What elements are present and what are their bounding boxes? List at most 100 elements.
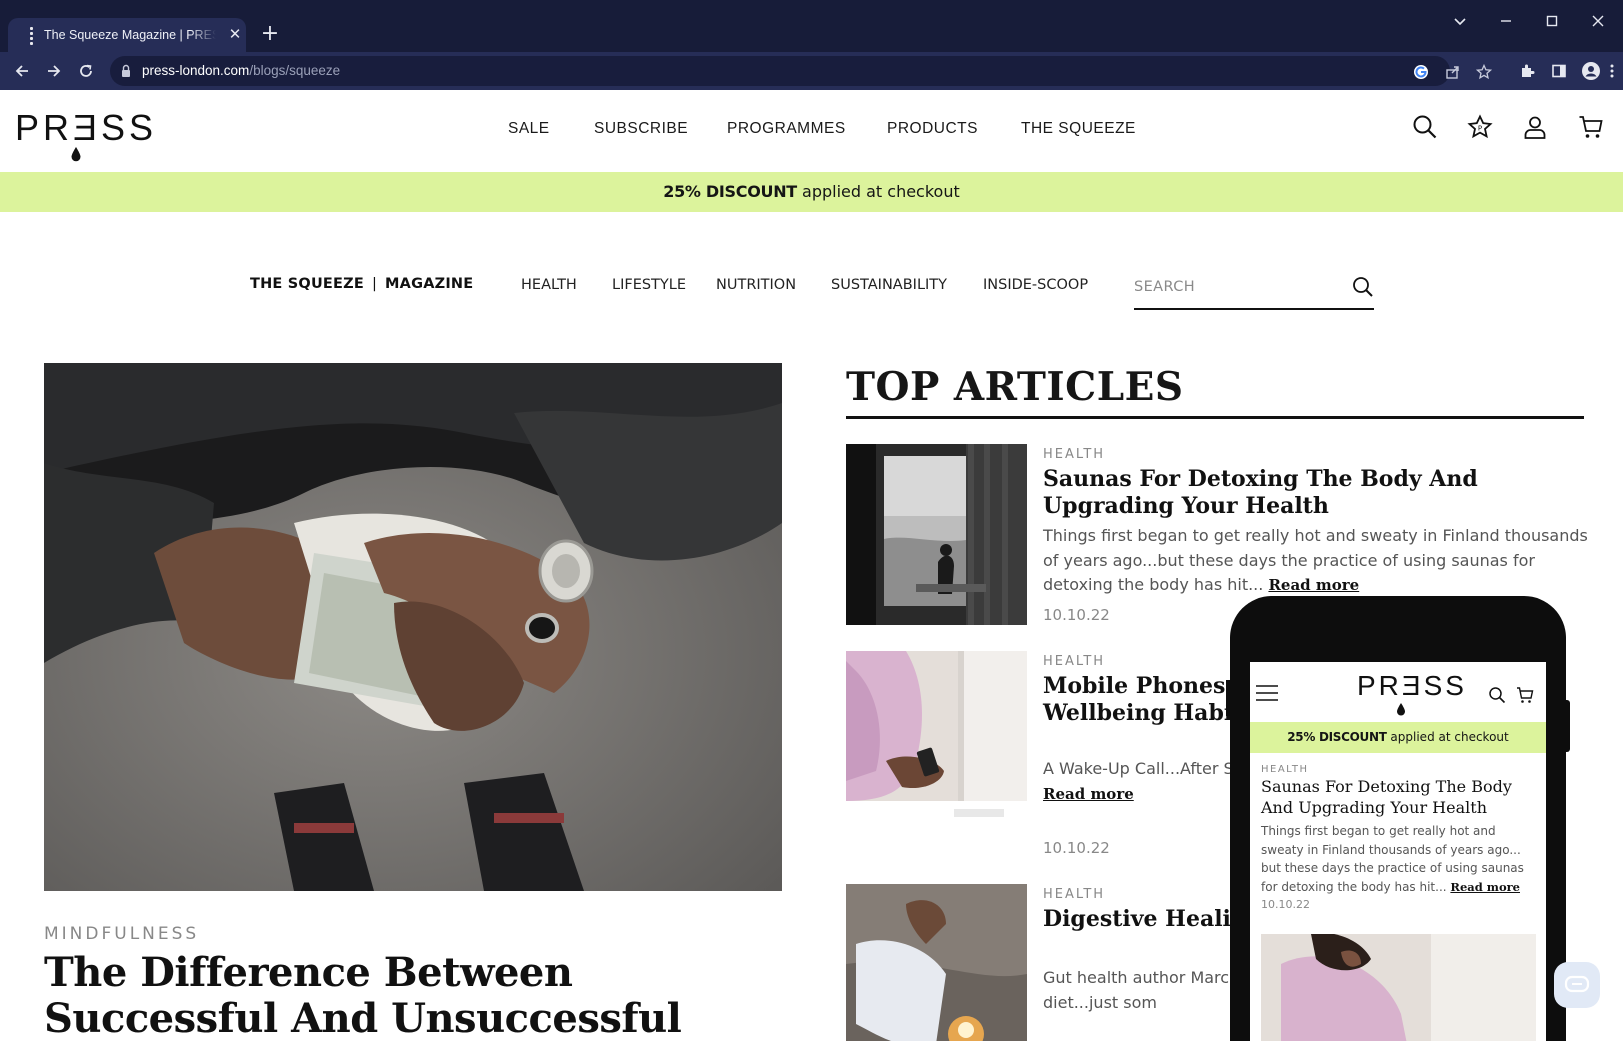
top-articles-heading: TOP ARTICLES bbox=[846, 364, 1184, 410]
article-excerpt: Things first began to get really hot and… bbox=[1043, 524, 1588, 598]
search-icon[interactable] bbox=[1352, 276, 1374, 298]
mobile-discount-banner: 25% DISCOUNT applied at checkout bbox=[1250, 722, 1546, 753]
tab-strip: The Squeeze Magazine | PRESS London ✕ + bbox=[0, 0, 1623, 54]
browser-chrome: The Squeeze Magazine | PRESS London ✕ + … bbox=[0, 0, 1623, 90]
address-bar[interactable]: press-london.com/blogs/squeeze bbox=[110, 56, 1492, 86]
hamburger-menu-icon[interactable] bbox=[1256, 684, 1278, 702]
article-category[interactable]: HEALTH bbox=[1043, 887, 1105, 902]
magazine-title-left: THE SQUEEZE bbox=[250, 276, 364, 292]
category-sustainability[interactable]: SUSTAINABILITY bbox=[831, 277, 947, 293]
lock-icon bbox=[122, 64, 130, 77]
minimize-button[interactable] bbox=[1489, 10, 1523, 32]
mobile-article-title[interactable]: Saunas For Detoxing The Body And Upgradi… bbox=[1261, 776, 1537, 818]
tab-search-button[interactable] bbox=[1443, 10, 1477, 32]
discount-text: applied at checkout bbox=[796, 182, 960, 201]
hero-article-category[interactable]: MINDFULNESS bbox=[44, 924, 199, 944]
extensions-icon[interactable] bbox=[1516, 59, 1538, 83]
press-logo[interactable]: PRƎSS bbox=[15, 108, 153, 162]
maximize-button[interactable] bbox=[1535, 10, 1569, 32]
share-icon[interactable] bbox=[1444, 63, 1462, 81]
mobile-read-more-link[interactable]: Read more bbox=[1450, 880, 1520, 894]
chat-icon bbox=[1564, 975, 1590, 993]
phone-side-button bbox=[1564, 700, 1570, 752]
category-nutrition[interactable]: NUTRITION bbox=[716, 277, 796, 293]
mobile-header: PRƎSS bbox=[1250, 662, 1546, 722]
search-icon[interactable] bbox=[1488, 686, 1506, 704]
back-button[interactable] bbox=[9, 58, 35, 84]
article-category[interactable]: HEALTH bbox=[1043, 654, 1105, 669]
profile-icon[interactable] bbox=[1580, 59, 1602, 83]
phone-volume-button bbox=[1226, 680, 1231, 716]
mobile-discount-text: applied at checkout bbox=[1386, 730, 1509, 744]
droplet-icon bbox=[1397, 703, 1405, 716]
google-icon[interactable] bbox=[1412, 63, 1430, 81]
account-icon[interactable] bbox=[1520, 112, 1550, 142]
droplet-icon bbox=[71, 147, 81, 162]
svg-text:P: P bbox=[1478, 125, 1482, 133]
discount-amount: 25% DISCOUNT bbox=[663, 182, 797, 201]
rewards-icon[interactable]: P bbox=[1465, 112, 1495, 142]
category-health[interactable]: HEALTH bbox=[521, 277, 577, 293]
read-more-link[interactable]: Read more bbox=[1268, 576, 1359, 594]
article-category[interactable]: HEALTH bbox=[1043, 447, 1105, 462]
magazine-title-right: MAGAZINE bbox=[385, 276, 474, 292]
chevron-down-icon bbox=[1454, 18, 1466, 26]
tab-title: The Squeeze Magazine | PRESS London bbox=[44, 28, 216, 42]
cart-icon[interactable] bbox=[1516, 686, 1534, 704]
favicon-icon bbox=[22, 27, 40, 45]
mobile-article-thumbnail[interactable] bbox=[1261, 934, 1536, 1041]
url-path: /blogs/squeeze bbox=[249, 63, 341, 78]
nav-products[interactable]: PRODUCTS bbox=[887, 120, 978, 138]
article-date: 10.10.22 bbox=[1043, 606, 1110, 624]
new-tab-button[interactable]: + bbox=[258, 22, 282, 46]
maximize-icon bbox=[1546, 15, 1558, 27]
star-icon[interactable] bbox=[1475, 63, 1493, 81]
browser-toolbar: press-london.com/blogs/squeeze bbox=[0, 52, 1623, 90]
article-thumbnail[interactable] bbox=[846, 884, 1027, 1041]
reload-icon bbox=[80, 64, 92, 77]
forward-button[interactable] bbox=[41, 58, 67, 84]
reload-button[interactable] bbox=[73, 58, 99, 84]
search-icon[interactable] bbox=[1410, 112, 1440, 142]
discount-banner: 25% DISCOUNT applied at checkout bbox=[0, 172, 1623, 212]
article-thumbnail[interactable] bbox=[846, 651, 1027, 832]
browser-tab-active[interactable]: The Squeeze Magazine | PRESS London ✕ bbox=[8, 18, 246, 54]
search-input[interactable] bbox=[1134, 272, 1334, 302]
article-title[interactable]: Saunas For Detoxing The Body And Upgradi… bbox=[1043, 466, 1583, 520]
logo-wordmark: PRƎSS bbox=[15, 107, 158, 148]
forward-icon bbox=[48, 65, 61, 77]
mobile-article-date: 10.10.22 bbox=[1261, 898, 1310, 911]
mobile-article-excerpt: Things first began to get really hot and… bbox=[1261, 822, 1537, 896]
magazine-title[interactable]: THE SQUEEZE | MAGAZINE bbox=[250, 276, 473, 292]
article-thumbnail[interactable] bbox=[846, 444, 1027, 625]
article-date: 10.10.22 bbox=[1043, 839, 1110, 857]
hero-article-title[interactable]: The Difference Between Successful And Un… bbox=[44, 950, 764, 1041]
chat-widget-button[interactable] bbox=[1554, 962, 1600, 1008]
tab-close-icon[interactable]: ✕ bbox=[226, 25, 244, 43]
cart-icon[interactable] bbox=[1576, 112, 1606, 142]
menu-icon[interactable] bbox=[1606, 59, 1618, 83]
hero-article-image[interactable] bbox=[44, 363, 782, 891]
read-more-link[interactable]: Read more bbox=[1043, 785, 1134, 803]
mobile-article-category[interactable]: HEALTH bbox=[1261, 764, 1309, 775]
category-lifestyle[interactable]: LIFESTYLE bbox=[612, 277, 686, 293]
url-host: press-london.com bbox=[142, 63, 250, 78]
site-header: PRƎSS SALE SUBSCRIBE PROGRAMMES PRODUCTS… bbox=[0, 90, 1623, 172]
back-icon bbox=[15, 65, 28, 77]
nav-programmes[interactable]: PROGRAMMES bbox=[727, 120, 846, 138]
mobile-logo[interactable]: PRƎSS bbox=[1357, 670, 1467, 702]
nav-the-squeeze[interactable]: THE SQUEEZE bbox=[1021, 120, 1136, 138]
mobile-discount-amount: 25% DISCOUNT bbox=[1287, 730, 1387, 744]
magazine-title-separator: | bbox=[371, 276, 378, 292]
url-text: press-london.com/blogs/squeeze bbox=[142, 63, 340, 78]
nav-subscribe[interactable]: SUBSCRIBE bbox=[594, 120, 688, 138]
close-window-button[interactable] bbox=[1581, 10, 1615, 32]
category-inside-scoop[interactable]: INSIDE-SCOOP bbox=[983, 277, 1088, 293]
sidepanel-icon[interactable] bbox=[1548, 59, 1570, 83]
magazine-search bbox=[1134, 266, 1374, 310]
top-articles-divider bbox=[846, 416, 1584, 419]
close-icon bbox=[1592, 15, 1604, 27]
minimize-icon bbox=[1501, 20, 1511, 22]
nav-sale[interactable]: SALE bbox=[508, 120, 550, 138]
phone-screen: PRƎSS 25% DISCOUNT applied at checkout H… bbox=[1250, 662, 1546, 1041]
